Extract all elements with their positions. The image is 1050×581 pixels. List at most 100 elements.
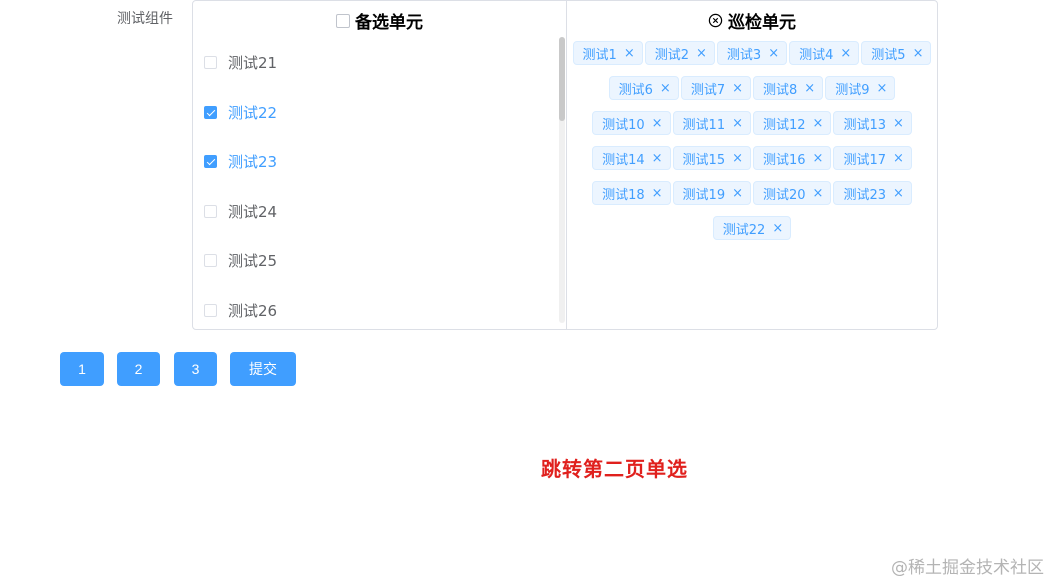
tag-row: 测试18 × 测试19 × 测试20 × 测试23 ×: [567, 181, 937, 216]
tag: 测试4 ×: [789, 41, 860, 65]
tag-label: 测试10: [602, 117, 645, 133]
tag-label: 测试2: [654, 47, 689, 63]
tag-label: 测试23: [843, 187, 886, 203]
right-panel-title: 巡检单元: [728, 13, 796, 33]
checkbox[interactable]: [204, 304, 217, 317]
tag: 测试17 ×: [833, 146, 912, 170]
page-1-button[interactable]: 1: [60, 352, 104, 386]
close-icon[interactable]: ×: [624, 46, 635, 61]
checkbox[interactable]: [204, 254, 217, 267]
page-3-button[interactable]: 3: [174, 352, 217, 386]
close-icon[interactable]: ×: [813, 186, 824, 201]
tag-label: 测试19: [682, 187, 726, 203]
tag-row: 测试6 × 测试7 × 测试8 × 测试9 ×: [567, 76, 937, 111]
list-item-label: 测试21: [228, 54, 278, 72]
checkbox[interactable]: [204, 205, 217, 218]
close-icon[interactable]: ×: [804, 81, 815, 96]
scrollbar-thumb[interactable]: [559, 37, 565, 121]
list-item[interactable]: 测试22: [204, 102, 277, 123]
selected-tags: 测试1 × 测试2 × 测试3 × 测试4 × 测试5 × 测试6 × 测试7 × 测试8 × …: [567, 41, 937, 251]
tag: 测试13 ×: [833, 111, 912, 135]
close-icon[interactable]: ×: [893, 116, 904, 131]
form-label: 测试组件: [117, 11, 173, 27]
list-item[interactable]: 测试26: [204, 300, 277, 321]
close-icon[interactable]: ×: [876, 81, 887, 96]
close-icon[interactable]: ×: [652, 116, 663, 131]
tag: 测试15 ×: [672, 146, 751, 170]
submit-button[interactable]: 提交: [230, 352, 296, 386]
list-item-label: 测试25: [228, 252, 278, 270]
close-icon[interactable]: ×: [732, 81, 743, 96]
close-icon[interactable]: ×: [913, 46, 924, 61]
tag: 测试9 ×: [825, 76, 896, 100]
page-2-button[interactable]: 2: [117, 352, 160, 386]
tag-label: 测试3: [726, 47, 762, 63]
checkbox-checked[interactable]: [204, 106, 217, 119]
list-item[interactable]: 测试24: [204, 201, 277, 222]
list-item-label: 测试22: [228, 104, 278, 122]
list-item-label: 测试23: [228, 153, 278, 171]
close-icon[interactable]: ×: [772, 221, 783, 236]
close-icon[interactable]: ×: [732, 151, 743, 166]
caption: 跳转第二页单选: [541, 457, 688, 481]
tag-label: 测试15: [682, 152, 726, 168]
tag-row: 测试1 × 测试2 × 测试3 × 测试4 × 测试5 ×: [567, 41, 937, 76]
tag-label: 测试13: [843, 117, 886, 133]
tag-label: 测试16: [763, 152, 806, 168]
left-list: 测试21 测试22 测试23 测试24 测试25 测试26: [193, 37, 553, 327]
list-item[interactable]: 测试23: [204, 151, 277, 172]
tag: 测试7 ×: [680, 76, 751, 100]
tag-label: 测试20: [763, 187, 806, 203]
tag: 测试3 ×: [716, 41, 788, 65]
close-icon[interactable]: ×: [696, 46, 707, 61]
close-icon[interactable]: ×: [660, 81, 671, 96]
tag-label: 测试7: [690, 82, 726, 98]
tag: 测试6 ×: [608, 76, 679, 100]
checkbox-checked[interactable]: [204, 155, 217, 168]
close-icon[interactable]: ×: [893, 186, 904, 201]
tag: 测试5 ×: [861, 41, 932, 65]
tag: 测试11 ×: [672, 111, 751, 135]
tag-label: 测试22: [722, 222, 766, 238]
close-icon[interactable]: ×: [813, 116, 824, 131]
tag-label: 测试4: [799, 47, 834, 63]
tag: 测试1 ×: [572, 41, 643, 65]
tag: 测试10 ×: [592, 111, 671, 135]
tag-label: 测试17: [843, 152, 886, 168]
close-icon[interactable]: ×: [652, 151, 663, 166]
tag-label: 测试18: [602, 187, 645, 203]
tag: 测试12 ×: [753, 111, 832, 135]
tag: 测试8 ×: [753, 76, 824, 100]
right-panel-header: 巡检单元: [567, 8, 937, 33]
circle-close-icon[interactable]: [708, 13, 723, 28]
close-icon[interactable]: ×: [768, 46, 779, 61]
transfer-component: 备选单元 测试21 测试22 测试23 测试24 测试25 测试26 巡检单元 …: [192, 0, 938, 330]
close-icon[interactable]: ×: [840, 46, 851, 61]
tag: 测试20 ×: [753, 181, 832, 205]
close-icon[interactable]: ×: [732, 116, 743, 131]
list-item[interactable]: 测试21: [204, 52, 277, 73]
list-item[interactable]: 测试25: [204, 250, 277, 271]
right-panel: 巡检单元 测试1 × 测试2 × 测试3 × 测试4 × 测试5 × 测试6 × 测试7 × …: [567, 1, 937, 329]
close-icon[interactable]: ×: [813, 151, 824, 166]
tag: 测试19 ×: [672, 181, 751, 205]
tag-row: 测试10 × 测试11 × 测试12 × 测试13 ×: [567, 111, 937, 146]
tag: 测试16 ×: [753, 146, 832, 170]
left-panel-title: 备选单元: [355, 13, 423, 33]
tag: 测试14 ×: [592, 146, 671, 170]
left-panel-header: 备选单元: [193, 8, 566, 33]
tag-label: 测试1: [582, 47, 617, 63]
close-icon[interactable]: ×: [893, 151, 904, 166]
tag: 测试22 ×: [712, 216, 792, 240]
list-item-label: 测试24: [228, 203, 278, 221]
tag-label: 测试8: [763, 82, 798, 98]
select-all-checkbox[interactable]: [336, 13, 350, 28]
tag: 测试18 ×: [592, 181, 671, 205]
left-panel: 备选单元 测试21 测试22 测试23 测试24 测试25 测试26: [193, 1, 567, 329]
scrollbar[interactable]: [559, 37, 565, 323]
tag: 测试23 ×: [833, 181, 912, 205]
close-icon[interactable]: ×: [732, 186, 743, 201]
checkbox[interactable]: [204, 56, 217, 69]
close-icon[interactable]: ×: [652, 186, 663, 201]
tag-label: 测试5: [871, 47, 906, 63]
